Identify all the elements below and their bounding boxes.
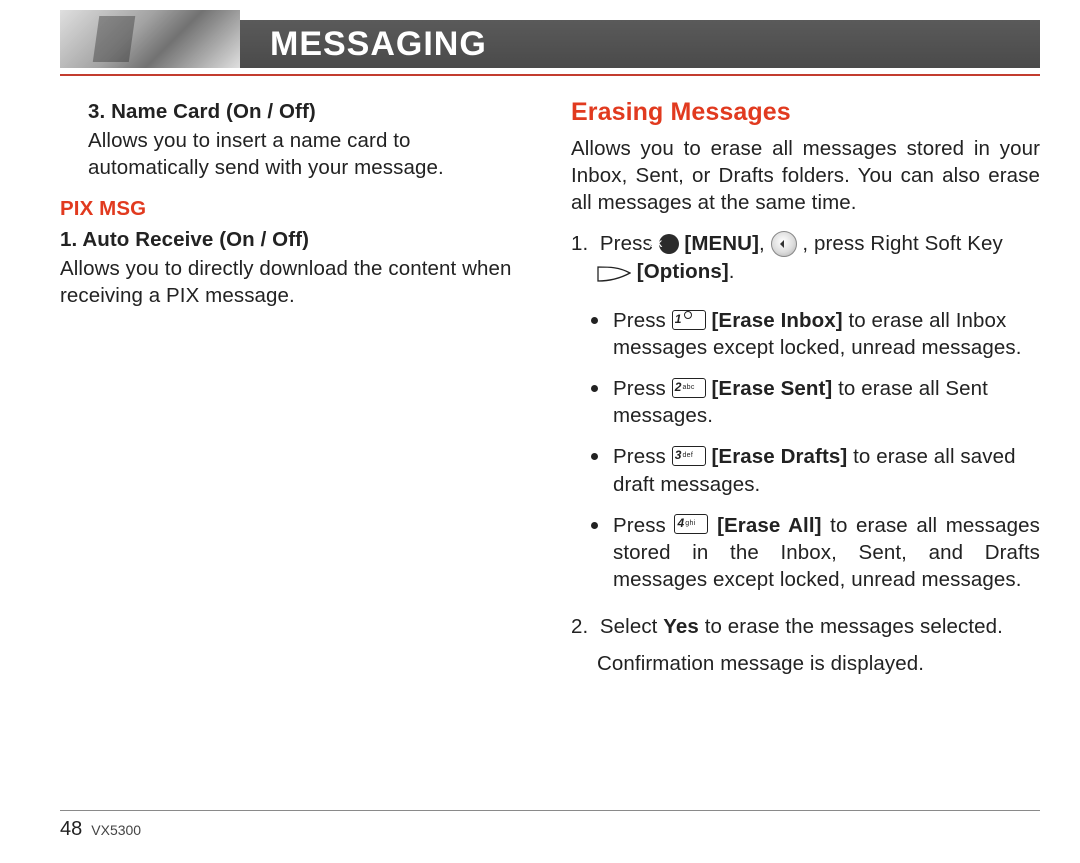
erase-bullets: Press 1 [Erase Inbox] to erase all Inbox… [571, 305, 1040, 592]
key-4-icon: 4ghi [674, 514, 708, 534]
bullet-erase-all: Press 4ghi [Erase All] to erase all mess… [611, 510, 1040, 593]
header-bar: MESSAGING [60, 10, 1040, 68]
bullet-erase-inbox: Press 1 [Erase Inbox] to erase all Inbox… [611, 305, 1040, 361]
step1-text-c: , press Right Soft Key [797, 232, 1003, 255]
right-soft-key-icon [597, 266, 631, 282]
bullet-erase-sent: Press 2abc [Erase Sent] to erase all Sen… [611, 373, 1040, 429]
key-3-icon: 3def [672, 446, 706, 466]
step1-text-d: . [729, 260, 735, 283]
nav-key-icon [771, 231, 797, 257]
yes-label: Yes [663, 615, 699, 638]
page-title: MESSAGING [270, 20, 487, 68]
header-decorative-image [60, 10, 240, 68]
step-2: 2. Select Yes to erase the messages sele… [571, 613, 1040, 640]
step1-text-b: , [759, 232, 771, 255]
key-1-icon: 1 [672, 310, 706, 330]
auto-receive-heading: 1. Auto Receive (On / Off) [60, 226, 529, 253]
manual-page: MESSAGING 3. Name Card (On / Off) Allows… [0, 0, 1080, 863]
right-column: Erasing Messages Allows you to erase all… [571, 94, 1040, 691]
key-2-icon: 2abc [672, 378, 706, 398]
step2-a: Select [600, 615, 663, 638]
erase-all-label: [Erase All] [717, 514, 822, 537]
b2-a: Press [613, 377, 672, 400]
erasing-intro: Allows you to erase all messages stored … [571, 135, 1040, 216]
content-columns: 3. Name Card (On / Off) Allows you to in… [60, 76, 1040, 691]
step-1: 1. Press OK [MENU], , press Right Soft K… [571, 230, 1040, 285]
name-card-body: Allows you to insert a name card to auto… [60, 127, 529, 181]
b4-a: Press [613, 514, 674, 537]
step2-b: to erase the messages selected. [699, 615, 1003, 638]
b3-a: Press [613, 445, 672, 468]
auto-receive-body: Allows you to directly download the cont… [60, 255, 529, 309]
bullet-erase-drafts: Press 3def [Erase Drafts] to erase all s… [611, 441, 1040, 497]
erase-inbox-label: [Erase Inbox] [712, 309, 843, 332]
model-name: VX5300 [87, 822, 141, 838]
erase-sent-label: [Erase Sent] [712, 377, 833, 400]
options-label: [Options] [637, 260, 729, 283]
footer: 48 VX5300 [60, 818, 141, 841]
name-card-heading: 3. Name Card (On / Off) [88, 98, 529, 125]
ok-key-icon: OK [659, 234, 679, 254]
erase-drafts-label: [Erase Drafts] [712, 445, 848, 468]
confirmation-text: Confirmation message is displayed. [571, 650, 1040, 677]
pix-msg-heading: PIX MSG [60, 195, 529, 222]
footer-rule [60, 810, 1040, 811]
b1-a: Press [613, 309, 672, 332]
left-column: 3. Name Card (On / Off) Allows you to in… [60, 94, 529, 691]
erasing-heading: Erasing Messages [571, 96, 1040, 129]
menu-label: [MENU] [684, 232, 759, 255]
page-number: 48 [60, 818, 82, 840]
